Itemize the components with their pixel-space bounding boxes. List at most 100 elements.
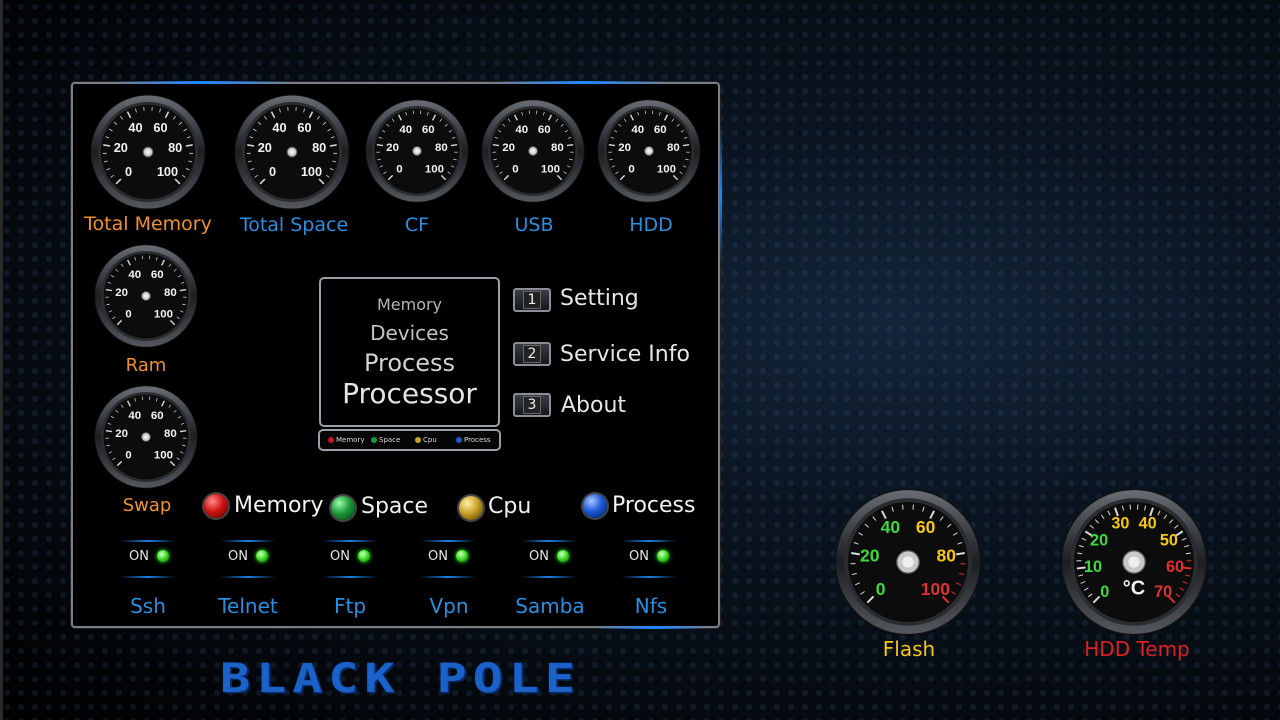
- hdd-temp-gauge: 0 10 20 30 40 50 60 70 °C: [1059, 487, 1209, 637]
- process-indicator-icon: [583, 494, 607, 518]
- ftp-on-text: ON: [330, 549, 350, 564]
- divider: [521, 540, 577, 542]
- gauge-icon: 0 2040 6080 100: [834, 488, 982, 636]
- ram-gauge: 0 20 40 60 80 100: [93, 243, 199, 349]
- led-icon: [657, 550, 669, 562]
- info-item-processor[interactable]: Processor: [321, 377, 498, 410]
- flash-label: Flash: [882, 637, 936, 661]
- gauge-tick-label: 0: [269, 164, 276, 179]
- green-dot-icon: [371, 437, 377, 443]
- total-space-label: Total Space: [239, 214, 349, 236]
- memory-indicator-icon: [204, 494, 228, 518]
- setting-menu-item[interactable]: Setting: [560, 286, 639, 311]
- gauge-tick-label: 20: [1090, 532, 1108, 550]
- cpu-indicator-icon: [459, 496, 483, 520]
- gauge-tick-label: 20: [386, 142, 399, 154]
- divider: [420, 576, 476, 578]
- gauge-tick-label: 80: [667, 142, 680, 154]
- setting-number-button[interactable]: 1: [513, 288, 551, 312]
- gauge-tick-label: 60: [151, 269, 164, 281]
- legend-memory: Memory: [234, 493, 324, 518]
- panel-glow: [113, 81, 293, 84]
- gauge-tick-label: 100: [425, 163, 444, 175]
- swap-gauge: 0 20 40 60 80 100: [93, 384, 199, 490]
- gauge-tick-label: 20: [115, 428, 128, 440]
- info-item-devices[interactable]: Devices: [321, 321, 498, 345]
- gauge-tick-label: 0: [876, 579, 886, 599]
- gauge-tick-label: 100: [157, 164, 178, 179]
- cf-gauge: 0 20 40 60 80 100: [364, 98, 470, 204]
- gauge-tick-label: 60: [151, 410, 164, 422]
- gauge-tick-label: 40: [399, 124, 412, 136]
- gauge-tick-label: 60: [916, 517, 936, 537]
- gauge-tick-label: 40: [515, 124, 528, 136]
- legend-space: Space: [361, 494, 429, 519]
- led-icon: [358, 550, 370, 562]
- number-3: 3: [523, 396, 541, 414]
- gauge-tick-label: 20: [258, 140, 272, 155]
- gauge-icon: 0 2040 6080 100: [90, 94, 206, 210]
- samba-status[interactable]: ON: [509, 540, 589, 580]
- info-item-memory[interactable]: Memory: [321, 295, 498, 314]
- total-space-gauge: 0 20 40 60 80 100: [233, 93, 351, 211]
- legend-process: Process: [612, 493, 696, 518]
- gauge-tick-label: 40: [1139, 515, 1157, 533]
- panel-glow: [493, 81, 673, 84]
- divider: [621, 540, 677, 542]
- ssh-label: Ssh: [130, 594, 166, 618]
- mini-legend-memory: Memory: [328, 436, 364, 444]
- mini-legend-process: Process: [456, 436, 491, 444]
- gauge-tick-label: 0: [628, 163, 634, 175]
- about-menu-item[interactable]: About: [561, 393, 626, 418]
- divider: [322, 540, 378, 542]
- gauge-tick-label: 40: [128, 269, 141, 281]
- gauge-tick-label: 60: [297, 120, 311, 135]
- gauge-tick-label: 80: [168, 140, 182, 155]
- mini-legend-cpu: Cpu: [415, 436, 437, 444]
- brand-logo: BLACK POLE: [220, 655, 582, 702]
- service-info-number-button[interactable]: 2: [513, 342, 551, 366]
- gauge-tick-label: 30: [1111, 515, 1129, 533]
- divider: [621, 576, 677, 578]
- gauge-icon: 0 2040 6080 100: [94, 385, 198, 489]
- gauge-tick-label: 60: [654, 124, 667, 136]
- gauge-tick-label: 80: [435, 142, 448, 154]
- gauge-tick-label: 0: [125, 449, 131, 461]
- divider: [322, 576, 378, 578]
- gauge-icon: 0 2040 6080 100: [94, 244, 198, 348]
- nfs-status[interactable]: ON: [609, 540, 689, 580]
- ftp-status[interactable]: ON: [310, 540, 390, 580]
- telnet-label: Telnet: [218, 594, 278, 618]
- info-item-process[interactable]: Process: [321, 349, 498, 377]
- ssh-status[interactable]: ON: [108, 540, 188, 580]
- about-number-button[interactable]: 3: [513, 393, 551, 417]
- divider: [521, 576, 577, 578]
- ram-label: Ram: [125, 355, 167, 376]
- vpn-status[interactable]: ON: [408, 540, 488, 580]
- gauge-tick-label: 80: [551, 142, 564, 154]
- gauge-tick-label: 100: [154, 449, 173, 461]
- gauge-tick-label: 20: [618, 142, 631, 154]
- telnet-status[interactable]: ON: [208, 540, 288, 580]
- led-icon: [157, 550, 169, 562]
- yellow-dot-icon: [415, 437, 421, 443]
- divider: [120, 540, 176, 542]
- gauge-tick-label: 0: [125, 308, 131, 320]
- red-dot-icon: [328, 437, 334, 443]
- gauge-tick-label: 40: [631, 124, 644, 136]
- info-menu-box[interactable]: Memory Devices Process Processor: [319, 277, 500, 427]
- gauge-tick-label: 0: [125, 164, 132, 179]
- gauge-tick-label: 70: [1154, 583, 1172, 601]
- gauge-tick-label: 80: [937, 546, 957, 566]
- panel-glow: [593, 626, 713, 629]
- gauge-tick-label: 80: [164, 287, 177, 299]
- hdd-label: HDD: [629, 214, 673, 236]
- service-info-menu-item[interactable]: Service Info: [560, 342, 690, 367]
- number-1: 1: [523, 291, 541, 309]
- led-icon: [256, 550, 268, 562]
- total-memory-label: Total Memory: [84, 213, 212, 235]
- gauge-tick-label: 40: [272, 120, 286, 135]
- ftp-label: Ftp: [333, 594, 367, 618]
- gauge-tick-label: 80: [164, 428, 177, 440]
- gauge-tick-label: 20: [114, 140, 128, 155]
